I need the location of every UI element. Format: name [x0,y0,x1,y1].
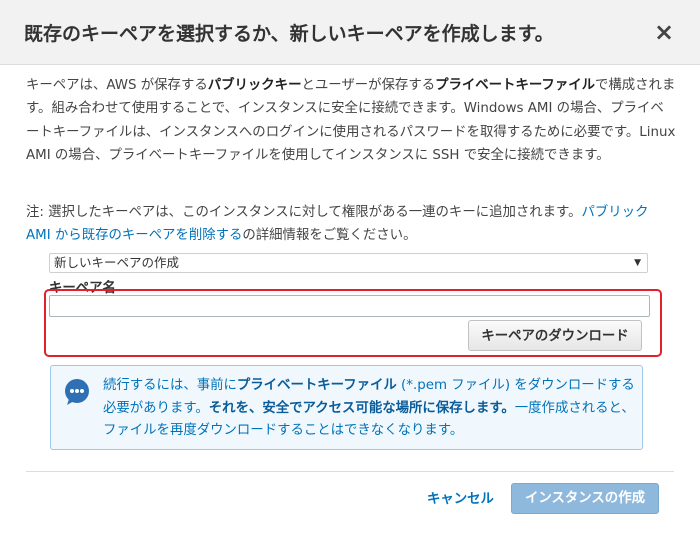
note-text-after: の詳細情報をご覧ください。 [242,228,417,244]
download-keypair-button[interactable]: キーペアのダウンロード [468,320,642,351]
keypair-description: キーペアは、AWS が保存するパブリックキーとユーザーが保存するプライベートキー… [26,74,676,167]
description-text-1: キーペアは、AWS が保存する [26,78,208,93]
info-alert: 続行するには、事前にプライベートキーファイル (*.pem ファイル) をダウン… [50,365,643,450]
description-text-2: とユーザーが保存する [301,78,436,93]
note-text: 注: 選択したキーペアは、このインスタンスに対して権限がある一連のキーに追加され… [26,201,676,248]
dropdown-arrow-icon: ▼ [634,258,641,268]
close-icon[interactable]: × [652,18,676,46]
dialog-header: 既存のキーペアを選択するか、新しいキーペアを作成します。 × [0,0,700,65]
keypair-name-input[interactable] [49,295,650,317]
dialog-title: 既存のキーペアを選択するか、新しいキーペアを作成します。 [24,23,554,45]
cancel-button[interactable]: キャンセル [427,487,494,507]
note-text-before: 注: 選択したキーペアは、このインスタンスに対して権限がある一連のキーに追加され… [26,205,582,220]
description-bold-private-key: プライベートキーファイル [435,78,595,93]
keypair-dialog: 既存のキーペアを選択するか、新しいキーペアを作成します。 × キーペアは、AWS… [0,0,700,534]
info-bold-private-key: プライベートキーファイル [236,378,397,393]
footer-divider [26,471,674,472]
info-text-1: 続行するには、事前に [103,378,237,393]
info-message: 続行するには、事前にプライベートキーファイル (*.pem ファイル) をダウン… [103,375,635,443]
keypair-option-value: 新しいキーペアの作成 [54,255,180,270]
keypair-option-select[interactable]: 新しいキーペアの作成 ▼ [49,253,648,273]
launch-instance-button[interactable]: インスタンスの作成 [511,483,659,514]
description-bold-public-key: パブリックキー [207,78,302,93]
chat-bubble-icon [65,379,89,405]
info-bold-save: それを、安全でアクセス可能な場所に保存します。 [208,400,515,416]
